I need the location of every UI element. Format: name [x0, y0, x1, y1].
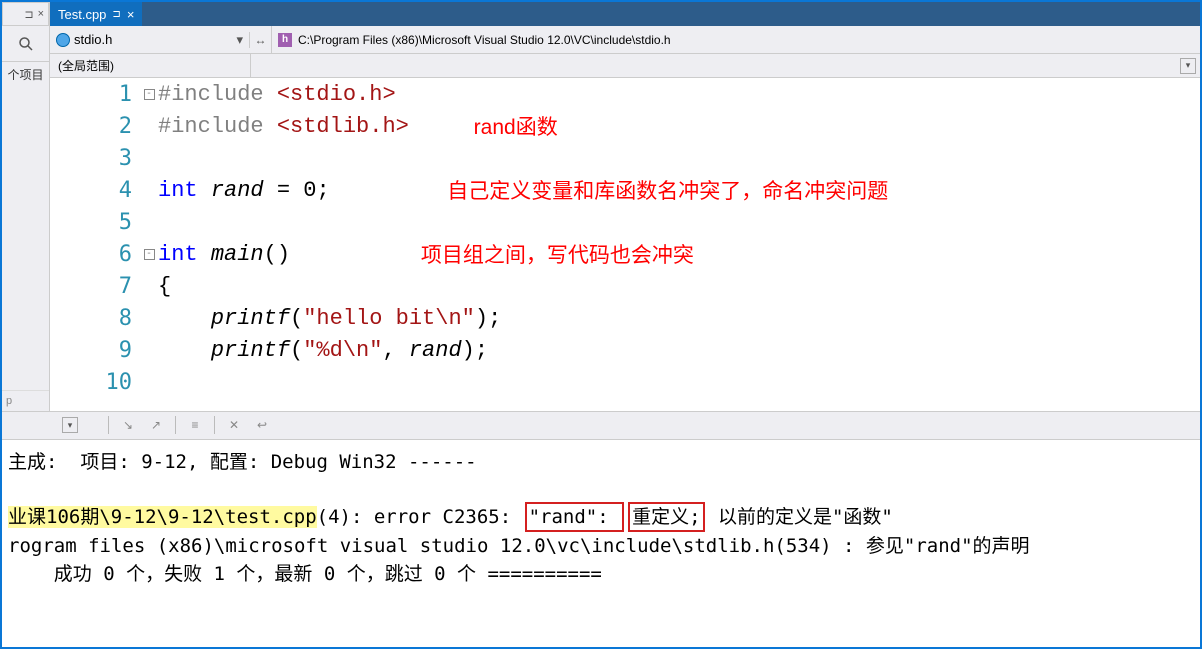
output-line: 业课106期\9-12\9-12\test.cpp(4): error C236…: [8, 502, 1194, 532]
close-icon[interactable]: ×: [38, 8, 44, 20]
annotation: rand函数: [474, 111, 558, 141]
line-number: 9: [50, 334, 140, 366]
line-number: 1: [50, 78, 140, 110]
path-display[interactable]: h C:\Program Files (x86)\Microsoft Visua…: [272, 33, 1200, 47]
line-gutter: 1 2 3 4 5 6 7 8 9 10: [50, 78, 140, 411]
line-number: 3: [50, 142, 140, 174]
error-redef-box: 重定义;: [628, 502, 704, 532]
top-area: ⊐ × 个项目 p Test.cpp ⊐ × stdio.h: [2, 2, 1200, 411]
member-dropdown[interactable]: ▾: [250, 54, 1200, 77]
output-line: rogram files (x86)\microsoft visual stud…: [8, 532, 1194, 560]
code-line: #include <stdio.h>: [158, 78, 1200, 110]
code-line: int main() 项目组之间，写代码也会冲突: [158, 238, 1200, 270]
tab-label: Test.cpp: [58, 7, 106, 22]
output-panel: ▾ ↘ ↗ ≡ ✕ ↩ 主成: 项目: 9-12, 配置: Debug Win3…: [2, 411, 1200, 647]
fold-toggle[interactable]: -: [144, 89, 155, 100]
code-line: #include <stdlib.h> rand函数: [158, 110, 1200, 142]
globe-icon: [56, 33, 70, 47]
line-number: 5: [50, 206, 140, 238]
annotation: 自己定义变量和库函数名冲突了，命名冲突问题: [447, 175, 888, 205]
chevron-down-icon: ▾: [236, 32, 243, 48]
code-line: [158, 142, 1200, 174]
line-number: 10: [50, 366, 140, 398]
code-line: printf("hello bit\n");: [158, 302, 1200, 334]
clear-icon[interactable]: ✕: [225, 416, 243, 434]
fold-gutter: - -: [140, 78, 158, 411]
line-number: 7: [50, 270, 140, 302]
pin-icon[interactable]: ⊐: [112, 9, 120, 20]
code-area[interactable]: #include <stdio.h> #include <stdlib.h> r…: [158, 78, 1200, 411]
code-line: printf("%d\n", rand);: [158, 334, 1200, 366]
error-token-box: "rand":: [525, 502, 625, 532]
left-rail-footer: p: [2, 390, 49, 411]
chevron-down-icon: ▾: [1180, 58, 1196, 74]
fold-toggle[interactable]: -: [144, 249, 155, 260]
wrap-icon[interactable]: ↩: [253, 416, 271, 434]
code-line: [158, 366, 1200, 398]
line-number: 8: [50, 302, 140, 334]
pin-icon[interactable]: ⊐: [24, 8, 33, 21]
line-number: 2: [50, 110, 140, 142]
dropdown-icon[interactable]: ▾: [62, 417, 78, 433]
search-icon: [18, 36, 34, 52]
main-column: Test.cpp ⊐ × stdio.h ▾ ↔ h C:\Program Fi…: [50, 2, 1200, 411]
indent-icon[interactable]: ≡: [186, 416, 204, 434]
annotation: 项目组之间，写代码也会冲突: [421, 239, 694, 269]
left-rail: ⊐ × 个项目 p: [2, 2, 50, 411]
step-out-icon[interactable]: ↗: [147, 416, 165, 434]
output-line: 主成: 项目: 9-12, 配置: Debug Win32 ------: [8, 448, 1194, 476]
app-root: ⊐ × 个项目 p Test.cpp ⊐ × stdio.h: [0, 0, 1202, 649]
search-button[interactable]: [2, 26, 49, 62]
nav-row: stdio.h ▾ ↔ h C:\Program Files (x86)\Mic…: [50, 26, 1200, 54]
output-line: 成功 0 个，失败 1 个，最新 0 个，跳过 0 个 ==========: [8, 560, 1194, 588]
code-line: int rand = 0; 自己定义变量和库函数名冲突了，命名冲突问题: [158, 174, 1200, 206]
close-icon[interactable]: ×: [127, 7, 135, 22]
code-line: {: [158, 270, 1200, 302]
scope-row: (全局范围) ▾: [50, 54, 1200, 78]
file-dropdown[interactable]: stdio.h ▾: [50, 32, 250, 48]
output-body[interactable]: 主成: 项目: 9-12, 配置: Debug Win32 ------ 业课1…: [2, 440, 1200, 647]
code-line: [158, 206, 1200, 238]
line-number: 6: [50, 238, 140, 270]
tab-bar: Test.cpp ⊐ ×: [50, 2, 1200, 26]
file-dropdown-label: stdio.h: [74, 32, 112, 47]
code-editor[interactable]: 1 2 3 4 5 6 7 8 9 10 - -: [50, 78, 1200, 411]
tab-test-cpp[interactable]: Test.cpp ⊐ ×: [50, 2, 142, 26]
line-number: 4: [50, 174, 140, 206]
scope-dropdown[interactable]: (全局范围): [50, 57, 250, 74]
path-text: C:\Program Files (x86)\Microsoft Visual …: [298, 33, 671, 47]
output-toolbar: ▾ ↘ ↗ ≡ ✕ ↩: [2, 412, 1200, 440]
left-panel-header: ⊐ ×: [2, 2, 49, 26]
h-icon: h: [278, 33, 292, 47]
highlighted-path: 业课106期\9-12\9-12\test.cpp: [8, 506, 317, 528]
step-in-icon[interactable]: ↘: [119, 416, 137, 434]
left-rail-label: 个项目: [2, 62, 49, 87]
swap-button[interactable]: ↔: [250, 26, 272, 53]
